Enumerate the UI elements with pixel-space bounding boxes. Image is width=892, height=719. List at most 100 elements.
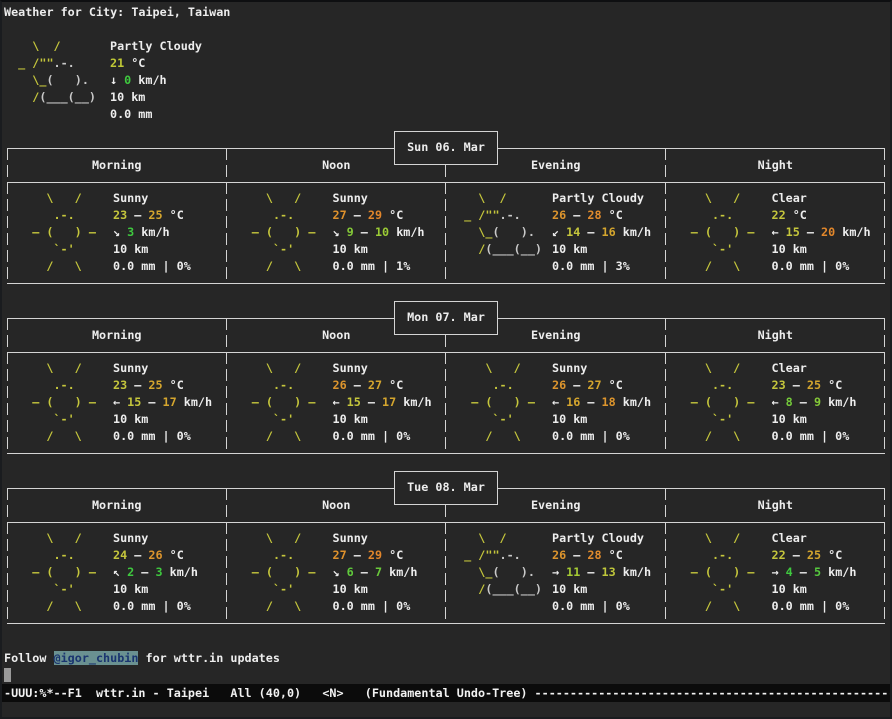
follow-line: Follow @igor_chubin for wttr.in updates bbox=[4, 650, 280, 667]
partly-cloudy-icon: \ / _ /"".-. \_( ). /(___(__) bbox=[450, 530, 552, 615]
forecast-cell-evening: \ / _ /"".-. \_( ). /(___(__) Partly Clo… bbox=[446, 190, 666, 275]
wind-arrow-icon: ← bbox=[552, 395, 566, 409]
wind: ← 15 – 17 km/h bbox=[333, 394, 447, 411]
wind-arrow-icon: ← bbox=[772, 395, 786, 409]
forecast-cell-evening: \ / _ /"".-. \_( ). /(___(__) Partly Clo… bbox=[446, 530, 666, 615]
table-border bbox=[7, 352, 885, 353]
wind: ← 16 – 18 km/h bbox=[552, 394, 666, 411]
temperature-range: 23 – 25 °C bbox=[772, 377, 886, 394]
temperature-range: 23 – 25 °C bbox=[113, 207, 227, 224]
precipitation: 0.0 mm | 3% bbox=[552, 258, 666, 275]
condition-text: Clear bbox=[772, 190, 886, 207]
clear-icon: \ / .-. – ( ) – `-' / \ bbox=[670, 530, 772, 615]
table-border bbox=[7, 522, 885, 523]
emacs-buffer: Weather for City: Taipei, Taiwan \ / _ /… bbox=[4, 4, 890, 684]
partly-cloudy-icon: \ / _ /"".-. \_( ). /(___(__) bbox=[450, 190, 552, 275]
temperature-range: 26 – 28 °C bbox=[552, 547, 666, 564]
sunny-icon: \ / .-. – ( ) – `-' / \ bbox=[450, 360, 552, 445]
clear-icon: \ / .-. – ( ) – `-' / \ bbox=[670, 360, 772, 445]
precipitation: 0.0 mm | 0% bbox=[113, 598, 227, 615]
visibility: 10 km bbox=[772, 411, 886, 428]
wind-arrow-icon: → bbox=[552, 565, 566, 579]
twitter-handle-link[interactable]: @igor_chubin bbox=[54, 651, 139, 665]
condition-text: Clear bbox=[772, 360, 886, 377]
sunny-icon: \ / .-. – ( ) – `-' / \ bbox=[11, 530, 113, 615]
condition-text: Partly Cloudy bbox=[552, 530, 666, 547]
forecast-cell-night: \ / .-. – ( ) – `-' / \ Clear 22 – 25 °C… bbox=[666, 530, 886, 615]
visibility: 10 km bbox=[333, 581, 447, 598]
wind: ← 15 – 17 km/h bbox=[113, 394, 227, 411]
temperature-range: 26 – 28 °C bbox=[552, 207, 666, 224]
wind-arrow-icon: ← bbox=[113, 395, 127, 409]
wind: ↓ 0 km/h bbox=[110, 72, 202, 89]
condition-text: Partly Cloudy bbox=[110, 38, 202, 55]
precipitation: 0.0 mm | 1% bbox=[333, 258, 447, 275]
emacs-modeline[interactable]: -UUU:%*--F1 wttr.in - Taipei All (40,0) … bbox=[2, 684, 890, 702]
page-title: Weather for City: Taipei, Taiwan bbox=[4, 4, 230, 21]
clear-icon: \ / .-. – ( ) – `-' / \ bbox=[670, 190, 772, 275]
header-morning: Morning bbox=[7, 488, 227, 522]
precipitation: 0.0 mm | 0% bbox=[552, 428, 666, 445]
day-label: Mon 07. Mar bbox=[394, 301, 498, 335]
visibility: 10 km bbox=[113, 241, 227, 258]
header-night: Night bbox=[666, 318, 886, 352]
precipitation: 0.0 mm | 0% bbox=[772, 428, 886, 445]
current-conditions: \ / _ /"".-. \_( ). /(___(__) Partly Clo… bbox=[4, 38, 202, 123]
wind-arrow-icon: ↘ bbox=[113, 225, 127, 239]
condition-text: Sunny bbox=[552, 360, 666, 377]
forecast-cell-morning: \ / .-. – ( ) – `-' / \ Sunny 24 – 26 °C… bbox=[7, 530, 227, 615]
visibility: 10 km bbox=[772, 241, 886, 258]
visibility: 10 km bbox=[113, 581, 227, 598]
header-morning: Morning bbox=[7, 148, 227, 182]
temperature-range: 22 °C bbox=[772, 207, 886, 224]
wind: ← 15 – 20 km/h bbox=[772, 224, 886, 241]
text-cursor bbox=[4, 668, 11, 682]
visibility: 10 km bbox=[552, 241, 666, 258]
table-border bbox=[7, 623, 885, 624]
forecast-cell-evening: \ / .-. – ( ) – `-' / \ Sunny 26 – 27 °C… bbox=[446, 360, 666, 445]
forecast-table-day1: Morning Noon Evening Night Sun 06. Mar \… bbox=[4, 148, 888, 284]
wind-arrow-icon: ↖ bbox=[113, 565, 127, 579]
wind: ↘ 3 km/h bbox=[113, 224, 227, 241]
forecast-cell-noon: \ / .-. – ( ) – `-' / \ Sunny 26 – 27 °C… bbox=[227, 360, 447, 445]
temperature-range: 26 – 27 °C bbox=[333, 377, 447, 394]
forecast-cell-morning: \ / .-. – ( ) – `-' / \ Sunny 23 – 25 °C… bbox=[7, 190, 227, 275]
precipitation: 0.0 mm | 0% bbox=[333, 428, 447, 445]
table-border bbox=[7, 283, 885, 284]
wind: ↖ 2 – 3 km/h bbox=[113, 564, 227, 581]
forecast-cell-morning: \ / .-. – ( ) – `-' / \ Sunny 23 – 25 °C… bbox=[7, 360, 227, 445]
header-night: Night bbox=[666, 488, 886, 522]
header-morning: Morning bbox=[7, 318, 227, 352]
temperature-range: 24 – 26 °C bbox=[113, 547, 227, 564]
wind-arrow-icon: ← bbox=[333, 395, 347, 409]
visibility: 10 km bbox=[772, 581, 886, 598]
condition-text: Sunny bbox=[333, 360, 447, 377]
table-border bbox=[7, 182, 885, 183]
sunny-icon: \ / .-. – ( ) – `-' / \ bbox=[231, 360, 333, 445]
wind: ↘ 6 – 7 km/h bbox=[333, 564, 447, 581]
precipitation: 0.0 mm | 0% bbox=[113, 428, 227, 445]
temperature-range: 22 – 25 °C bbox=[772, 547, 886, 564]
condition-text: Sunny bbox=[113, 360, 227, 377]
wind-arrow-icon: ↘ bbox=[333, 225, 347, 239]
temperature-range: 27 – 29 °C bbox=[333, 207, 447, 224]
temperature: 21 °C bbox=[110, 55, 202, 72]
sunny-icon: \ / .-. – ( ) – `-' / \ bbox=[11, 190, 113, 275]
forecast-cell-noon: \ / .-. – ( ) – `-' / \ Sunny 27 – 29 °C… bbox=[227, 190, 447, 275]
condition-text: Sunny bbox=[113, 190, 227, 207]
forecast-cell-night: \ / .-. – ( ) – `-' / \ Clear 23 – 25 °C… bbox=[666, 360, 886, 445]
visibility: 10 km bbox=[113, 411, 227, 428]
wind-arrow-icon: ↘ bbox=[333, 565, 347, 579]
wind: ↙ 14 – 16 km/h bbox=[552, 224, 666, 241]
visibility: 10 km bbox=[333, 241, 447, 258]
precipitation: 0.0 mm | 0% bbox=[552, 598, 666, 615]
current-conditions-text: Partly Cloudy 21 °C ↓ 0 km/h 10 km 0.0 m… bbox=[110, 38, 202, 123]
header-night: Night bbox=[666, 148, 886, 182]
terminal-window: Weather for City: Taipei, Taiwan \ / _ /… bbox=[0, 0, 892, 719]
table-border bbox=[7, 453, 885, 454]
day-label: Tue 08. Mar bbox=[394, 471, 498, 505]
condition-text: Sunny bbox=[333, 530, 447, 547]
wind-arrow-icon: → bbox=[772, 565, 786, 579]
condition-text: Clear bbox=[772, 530, 886, 547]
visibility: 10 km bbox=[552, 581, 666, 598]
